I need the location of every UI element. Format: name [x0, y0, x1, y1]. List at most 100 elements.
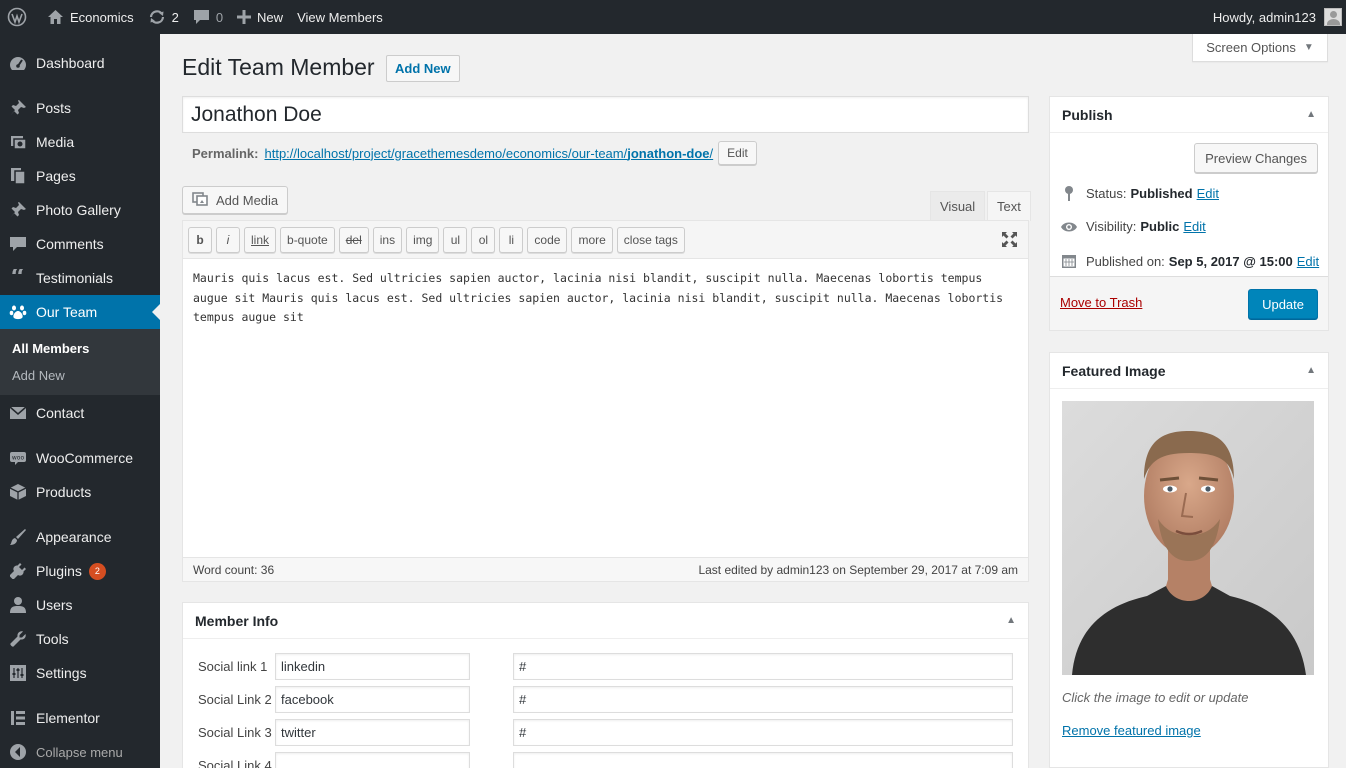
elementor-icon [8, 708, 28, 728]
menu-contact-label: Contact [36, 405, 85, 421]
menu-appearance[interactable]: Appearance [0, 520, 160, 554]
updates-menu[interactable]: 2 [141, 0, 186, 34]
qt-ul-button[interactable]: ul [443, 226, 468, 253]
preview-changes-button[interactable]: Preview Changes [1194, 143, 1318, 173]
permalink-edit-button[interactable]: Edit [718, 141, 757, 165]
menu-comments[interactable]: Comments [0, 227, 160, 261]
menu-media[interactable]: Media [0, 125, 160, 159]
collapse-arrow-icon [8, 742, 28, 762]
comment-bubble-icon [193, 9, 210, 25]
social-link-1-name-input[interactable]: linkedin [275, 653, 470, 680]
qt-link-button[interactable]: link [244, 226, 277, 253]
pushpin-icon [8, 98, 28, 118]
add-new-button[interactable]: Add New [386, 55, 460, 82]
menu-contact[interactable]: Contact [0, 396, 160, 430]
page-title: Edit Team Member [182, 54, 375, 80]
qt-li-button[interactable]: li [499, 226, 524, 253]
menu-posts-label: Posts [36, 100, 72, 116]
permalink-link[interactable]: http://localhost/project/gracethemesdemo… [264, 146, 713, 161]
menu-pages[interactable]: Pages [0, 159, 160, 193]
social-link-4-url-input[interactable] [513, 752, 1013, 768]
visibility-edit-link[interactable]: Edit [1183, 219, 1205, 234]
plugins-update-badge: 2 [88, 562, 106, 580]
comments-menu[interactable]: 0 [186, 0, 230, 34]
menu-posts[interactable]: Posts [0, 91, 160, 125]
move-to-trash-link[interactable]: Move to Trash [1060, 295, 1142, 310]
paw-icon [8, 302, 28, 322]
media-camera-icon [8, 132, 28, 152]
menu-elementor[interactable]: Elementor [0, 701, 160, 735]
qt-ins-button[interactable]: ins [372, 226, 403, 253]
updates-icon [148, 9, 166, 25]
qt-italic-button[interactable]: i [216, 226, 240, 253]
plug-icon [8, 561, 28, 581]
last-edited: Last edited by admin123 on September 29,… [698, 562, 1018, 577]
menu-our-team[interactable]: Our Team [0, 295, 160, 329]
qt-del-button[interactable]: del [338, 226, 369, 253]
submenu-all-members[interactable]: All Members [0, 335, 160, 362]
member-info-header[interactable]: Member Info ▲ [183, 603, 1028, 639]
menu-elementor-label: Elementor [36, 710, 100, 726]
qt-bold-button[interactable]: b [188, 226, 212, 253]
toggle-arrow-icon[interactable]: ▲ [1306, 365, 1316, 376]
menu-tools[interactable]: Tools [0, 622, 160, 656]
add-media-button[interactable]: Add Media [182, 186, 289, 214]
social-link-2-url-input[interactable]: # [513, 686, 1013, 713]
admin-menu: Dashboard Posts Media Pages Photo Galler… [0, 34, 160, 768]
qt-ol-button[interactable]: ol [471, 226, 496, 253]
fullscreen-icon[interactable] [1001, 231, 1018, 251]
wp-logo-menu[interactable] [0, 0, 40, 34]
qt-code-button[interactable]: code [527, 226, 568, 253]
social-link-3-name-input[interactable]: twitter [275, 719, 470, 746]
menu-plugins[interactable]: Plugins 2 [0, 554, 160, 588]
menu-products[interactable]: Products [0, 475, 160, 509]
word-count: Word count: 36 [193, 562, 275, 577]
new-content-menu[interactable]: New [230, 0, 290, 34]
archive-box-icon [8, 482, 28, 502]
menu-dashboard[interactable]: Dashboard [0, 46, 160, 80]
social-link-1-url-input[interactable]: # [513, 653, 1013, 680]
publish-title: Publish [1062, 106, 1113, 123]
pushpin-icon [8, 200, 28, 220]
featured-image[interactable] [1062, 401, 1314, 675]
member-info-row: Social Link 3 twitter # [183, 716, 1028, 749]
qt-close-tags-button[interactable]: close tags [616, 226, 685, 253]
my-account-menu[interactable]: Howdy, admin123 [1206, 0, 1346, 34]
permalink-slug: jonathon-doe [627, 145, 710, 161]
published-on-edit-link[interactable]: Edit [1297, 254, 1319, 269]
tab-text[interactable]: Text [987, 191, 1031, 221]
menu-photo-gallery[interactable]: Photo Gallery [0, 193, 160, 227]
settings-sliders-icon [8, 663, 28, 683]
menu-appearance-label: Appearance [36, 529, 112, 545]
social-link-2-name-input[interactable]: facebook [275, 686, 470, 713]
remove-featured-image-link[interactable]: Remove featured image [1062, 723, 1201, 738]
menu-woocommerce[interactable]: woo WooCommerce [0, 441, 160, 475]
status-edit-link[interactable]: Edit [1197, 186, 1219, 201]
site-name-menu[interactable]: Economics [40, 0, 141, 34]
menu-woocommerce-label: WooCommerce [36, 450, 133, 466]
qt-blockquote-button[interactable]: b-quote [280, 226, 335, 253]
toggle-arrow-icon[interactable]: ▲ [1306, 109, 1316, 120]
submenu-add-new[interactable]: Add New [0, 362, 160, 389]
social-link-4-name-input[interactable] [275, 752, 470, 768]
post-title-input[interactable]: Jonathon Doe [182, 96, 1029, 133]
featured-image-header[interactable]: Featured Image ▲ [1050, 353, 1328, 389]
member-info-row: Social Link 2 facebook # [183, 683, 1028, 716]
content-editor: b i link b-quote del ins img ul ol li co… [182, 220, 1029, 582]
view-members-label: View Members [297, 9, 383, 25]
toggle-arrow-icon[interactable]: ▲ [1006, 615, 1016, 626]
collapse-menu-button[interactable]: Collapse menu [0, 735, 160, 768]
tab-visual[interactable]: Visual [930, 191, 986, 221]
publish-header[interactable]: Publish ▲ [1050, 97, 1328, 133]
menu-users[interactable]: Users [0, 588, 160, 622]
menu-settings[interactable]: Settings [0, 656, 160, 690]
menu-testimonials[interactable]: “ Testimonials [0, 261, 160, 295]
qt-img-button[interactable]: img [406, 226, 440, 253]
qt-more-button[interactable]: more [571, 226, 613, 253]
social-link-3-url-input[interactable]: # [513, 719, 1013, 746]
member-info-row: Social link 1 linkedin # [183, 650, 1028, 683]
update-button[interactable]: Update [1248, 289, 1318, 319]
view-members-link[interactable]: View Members [290, 0, 390, 34]
content-textarea[interactable]: Mauris quis lacus est. Sed ultricies sap… [183, 259, 1028, 543]
screen-options-button[interactable]: Screen Options ▼ [1192, 34, 1328, 62]
